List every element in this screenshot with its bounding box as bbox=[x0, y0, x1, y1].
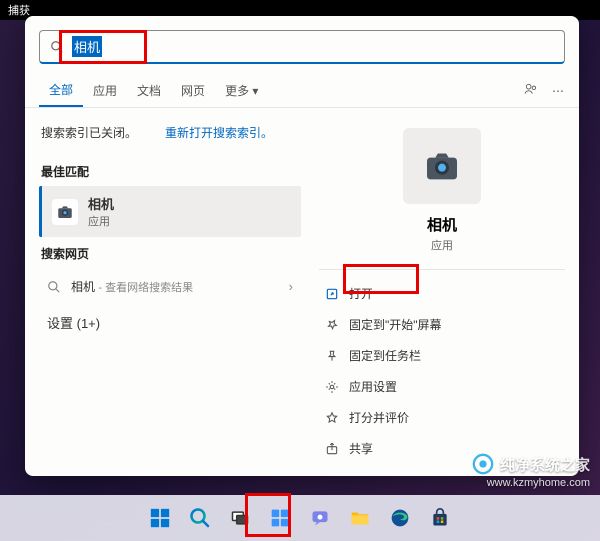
action-label: 打开 bbox=[349, 285, 373, 302]
section-best-match: 最佳匹配 bbox=[41, 163, 301, 180]
task-view-button[interactable] bbox=[223, 501, 257, 535]
tab-all[interactable]: 全部 bbox=[39, 74, 83, 107]
pin-icon bbox=[325, 349, 339, 363]
action-label: 打分并评价 bbox=[349, 409, 409, 426]
taskbar bbox=[0, 495, 600, 541]
settings-results[interactable]: 设置 (1+) bbox=[39, 305, 301, 340]
best-match-text: 相机 应用 bbox=[88, 194, 114, 229]
action-label: 固定到"开始"屏幕 bbox=[349, 316, 442, 333]
web-search-term: 相机 bbox=[71, 280, 95, 294]
options-icon[interactable]: ⋯ bbox=[552, 84, 565, 98]
camera-app-icon bbox=[52, 199, 78, 225]
tab-web[interactable]: 网页 bbox=[171, 74, 215, 107]
star-icon bbox=[325, 411, 339, 425]
taskbar-search-button[interactable] bbox=[183, 501, 217, 535]
chevron-right-icon: › bbox=[289, 279, 293, 294]
detail-app-type: 应用 bbox=[431, 237, 453, 253]
results-column: 搜索索引已关闭。 重新打开搜索索引。 最佳匹配 相机 应用 搜索网页 相机 bbox=[25, 108, 305, 474]
app-tile[interactable] bbox=[403, 128, 481, 204]
watermark-brand: 纯净系统之家 bbox=[500, 454, 590, 475]
detail-column: 相机 应用 打开 固定到"开始"屏幕 固定到任务栏 应用设置 bbox=[305, 108, 579, 474]
search-box-container: 相机 bbox=[25, 16, 579, 74]
web-search-item[interactable]: 相机 - 查看网络搜索结果 › bbox=[39, 268, 301, 305]
content-area: 搜索索引已关闭。 重新打开搜索索引。 最佳匹配 相机 应用 搜索网页 相机 bbox=[25, 108, 579, 474]
store-button[interactable] bbox=[423, 501, 457, 535]
watermark-url: www.kzmyhome.com bbox=[472, 477, 590, 489]
actions-list: 打开 固定到"开始"屏幕 固定到任务栏 应用设置 打分并评价 bbox=[319, 278, 565, 464]
index-off-message: 搜索索引已关闭。 bbox=[41, 124, 137, 141]
action-label: 固定到任务栏 bbox=[349, 347, 421, 364]
action-label: 共享 bbox=[349, 440, 373, 457]
share-icon bbox=[325, 442, 339, 456]
action-open[interactable]: 打开 bbox=[319, 278, 565, 309]
best-match-title: 相机 bbox=[88, 194, 114, 213]
section-search-web: 搜索网页 bbox=[41, 245, 301, 262]
filter-tabs: 全部 应用 文档 网页 更多 ▾ ⋯ bbox=[25, 74, 579, 108]
index-status-row: 搜索索引已关闭。 重新打开搜索索引。 bbox=[39, 118, 301, 155]
tab-documents[interactable]: 文档 bbox=[127, 74, 171, 107]
action-pin-start[interactable]: 固定到"开始"屏幕 bbox=[319, 309, 565, 340]
detail-app-name: 相机 bbox=[427, 214, 457, 235]
best-match-subtitle: 应用 bbox=[88, 213, 114, 229]
search-icon bbox=[50, 40, 64, 54]
reopen-index-link[interactable]: 重新打开搜索索引。 bbox=[165, 124, 273, 141]
edge-button[interactable] bbox=[383, 501, 417, 535]
chat-button[interactable] bbox=[303, 501, 337, 535]
widgets-button[interactable] bbox=[263, 501, 297, 535]
camera-icon bbox=[422, 146, 462, 186]
account-icon[interactable] bbox=[524, 82, 538, 99]
start-button[interactable] bbox=[143, 501, 177, 535]
watermark: 纯净系统之家 www.kzmyhome.com bbox=[472, 453, 590, 489]
action-rate[interactable]: 打分并评价 bbox=[319, 402, 565, 433]
best-match-item[interactable]: 相机 应用 bbox=[39, 186, 301, 237]
divider bbox=[319, 269, 565, 270]
action-app-settings[interactable]: 应用设置 bbox=[319, 371, 565, 402]
search-panel: 相机 全部 应用 文档 网页 更多 ▾ ⋯ 搜索索引已关闭。 重新打开搜索索引。… bbox=[25, 16, 579, 476]
pin-icon bbox=[325, 318, 339, 332]
tab-apps[interactable]: 应用 bbox=[83, 74, 127, 107]
search-input[interactable]: 相机 bbox=[39, 30, 565, 64]
watermark-logo-icon bbox=[472, 453, 494, 475]
action-pin-taskbar[interactable]: 固定到任务栏 bbox=[319, 340, 565, 371]
search-icon bbox=[47, 280, 61, 294]
explorer-button[interactable] bbox=[343, 501, 377, 535]
action-label: 应用设置 bbox=[349, 378, 397, 395]
search-query-text: 相机 bbox=[72, 36, 102, 57]
gear-icon bbox=[325, 380, 339, 394]
web-search-subtitle: - 查看网络搜索结果 bbox=[98, 282, 193, 294]
open-icon bbox=[325, 287, 339, 301]
tab-more[interactable]: 更多 ▾ bbox=[215, 74, 268, 107]
